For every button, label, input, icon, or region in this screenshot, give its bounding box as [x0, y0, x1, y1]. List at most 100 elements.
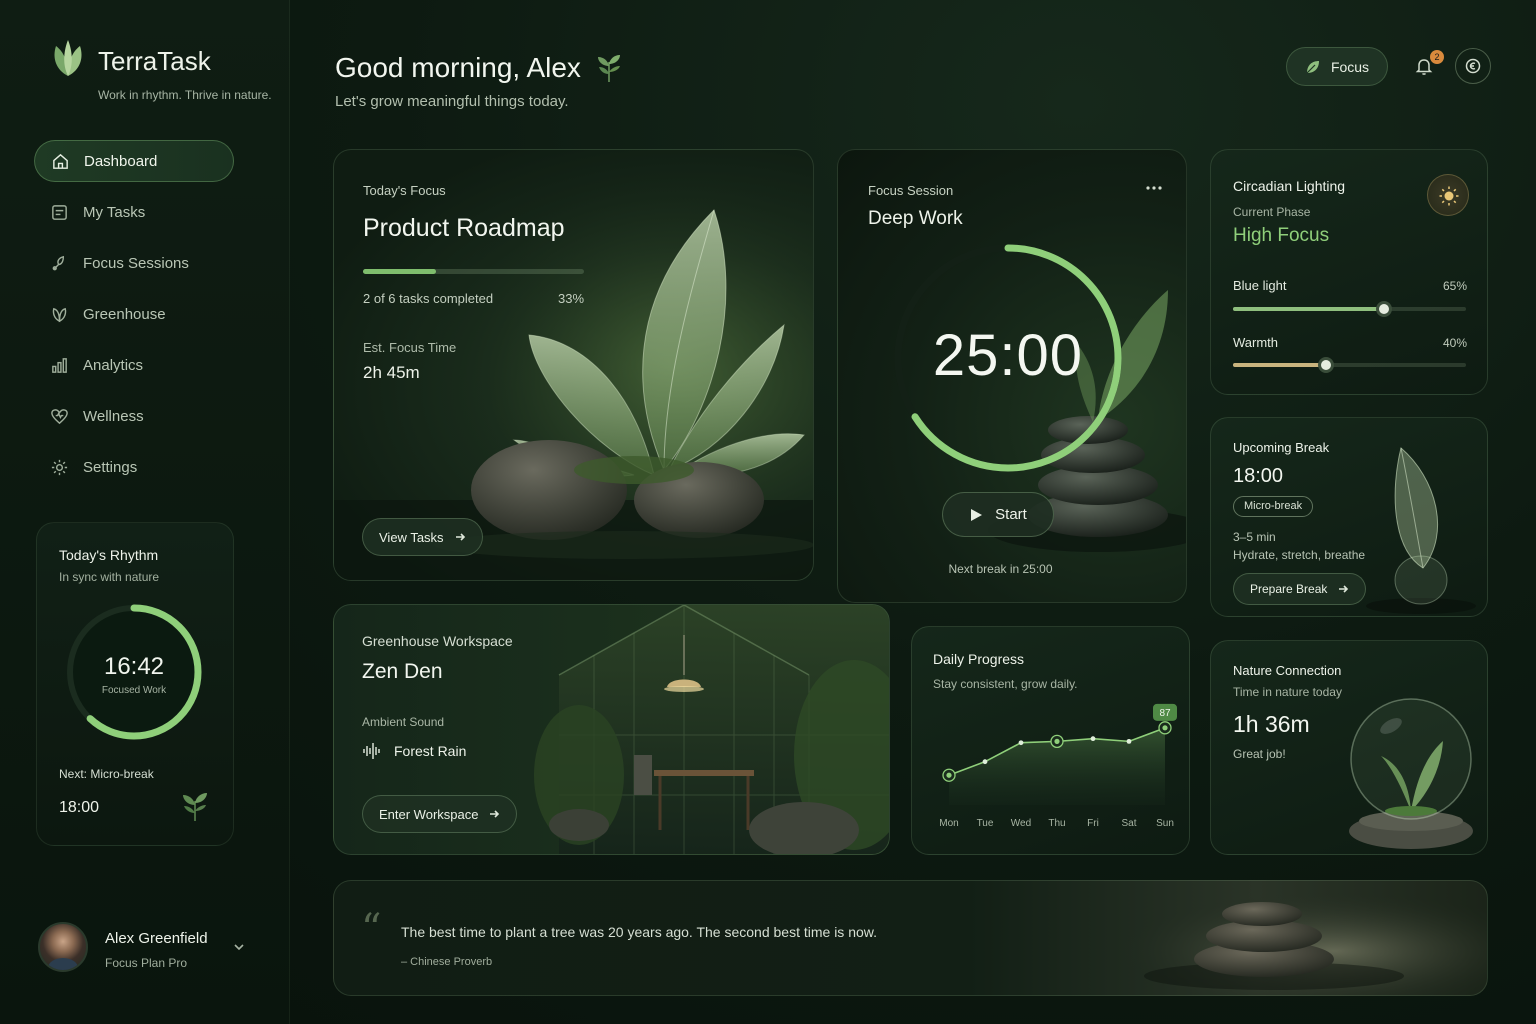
task-list-icon	[52, 204, 67, 220]
blue-light-fill	[1233, 307, 1385, 311]
greenhouse-title: Zen Den	[362, 660, 443, 683]
chart-point-thu[interactable]	[1054, 738, 1060, 744]
sprout-icon	[183, 793, 207, 821]
daily-progress-title: Daily Progress	[933, 651, 1025, 667]
user-plan: Focus Plan Pro	[105, 956, 188, 970]
break-type-badge: Micro-break	[1233, 496, 1314, 517]
notifications-button[interactable]: 2	[1406, 48, 1444, 84]
est-focus-label: Est. Focus Time	[363, 340, 457, 355]
x-tick-label: Thu	[1048, 818, 1065, 829]
x-tick-label: Tue	[977, 818, 994, 829]
rhythm-time: 16:42	[103, 653, 165, 680]
terrarium-illustration	[1349, 698, 1473, 849]
focus-icon	[52, 255, 65, 270]
chart-point-wed[interactable]	[1018, 740, 1024, 746]
chart-point-sun[interactable]	[1162, 725, 1168, 731]
rhythm-label: Focused Work	[101, 685, 167, 696]
warmth-label: Warmth	[1233, 335, 1279, 350]
chart-point-tue[interactable]	[982, 759, 988, 765]
x-tick-label: Sat	[1121, 818, 1136, 829]
rhythm-next-label: Next: Micro-break	[59, 767, 154, 781]
sidebar-item-label: Greenhouse	[83, 305, 166, 323]
home-icon	[53, 153, 68, 169]
nature-title: Nature Connection	[1233, 663, 1342, 678]
focus-progress-bar	[363, 269, 584, 274]
blue-light-slider[interactable]	[1233, 301, 1466, 317]
page-subtitle: Let's grow meaningful things today.	[335, 93, 569, 110]
sidebar-nav: Dashboard My Tasks Focus Sessions Greenh…	[34, 140, 234, 497]
lighting-mode-button[interactable]	[1427, 174, 1469, 216]
notification-badge: 2	[1430, 50, 1444, 64]
quote-card: “ The best time to plant a tree was 20 y…	[333, 880, 1488, 996]
sidebar-item-label: Wellness	[83, 407, 144, 425]
nature-subtitle: Time in nature today	[1233, 685, 1342, 699]
glass-leaf-illustration	[1366, 447, 1476, 614]
rhythm-card[interactable]: Today's Rhythm In sync with nature 16:42…	[36, 522, 234, 846]
est-focus-value: 2h 45m	[363, 363, 420, 382]
prepare-break-label: Prepare Break	[1250, 582, 1328, 596]
nature-connection-card: Nature Connection Time in nature today 1…	[1210, 640, 1488, 855]
circadian-lighting-card: Circadian Lighting Current Phase High Fo…	[1210, 149, 1488, 395]
sidebar-item-label: Analytics	[83, 356, 144, 374]
quote-author: – Chinese Proverb	[401, 956, 493, 968]
break-title: Upcoming Break	[1233, 440, 1330, 455]
view-tasks-button[interactable]: View Tasks	[362, 518, 483, 556]
play-icon	[971, 508, 983, 521]
sidebar-item-my-tasks[interactable]: My Tasks	[34, 191, 234, 233]
ambient-sound-value[interactable]: Forest Rain	[362, 742, 466, 760]
blue-light-handle[interactable]	[1376, 301, 1393, 317]
user-profile-menu[interactable]: Alex Greenfield Focus Plan Pro	[38, 920, 258, 976]
warmth-fill	[1233, 363, 1327, 367]
sidebar-item-label: Dashboard	[84, 152, 158, 170]
focus-button-label: Focus	[1330, 58, 1370, 75]
break-duration: 3–5 min	[1233, 530, 1276, 544]
greenhouse-workspace-card: Greenhouse Workspace Zen Den Ambient Sou…	[333, 604, 890, 855]
focus-mode-button[interactable]: Focus	[1286, 47, 1388, 86]
gear-icon	[51, 459, 68, 475]
sound-wave-icon	[363, 743, 380, 759]
page-title: Good morning, Alex	[335, 52, 581, 83]
sidebar-item-wellness[interactable]: Wellness	[34, 395, 234, 437]
arrow-right-icon	[455, 533, 465, 541]
phase-value: High Focus	[1233, 225, 1330, 246]
sidebar-item-dashboard[interactable]: Dashboard	[34, 140, 234, 182]
daily-progress-subtitle: Stay consistent, grow daily.	[933, 677, 1078, 691]
account-button[interactable]	[1455, 48, 1491, 84]
ambient-sound-name: Forest Rain	[394, 743, 467, 759]
blue-light-label: Blue light	[1233, 278, 1287, 293]
brand-tagline: Work in rhythm. Thrive in nature.	[98, 88, 272, 102]
sidebar-item-label: Focus Sessions	[83, 254, 189, 272]
sidebar-item-greenhouse[interactable]: Greenhouse	[34, 293, 234, 335]
sun-icon	[1439, 186, 1459, 206]
avatar	[38, 922, 88, 972]
sidebar-item-focus-sessions[interactable]: Focus Sessions	[34, 242, 234, 284]
chart-point-sat[interactable]	[1126, 738, 1132, 744]
sidebar-item-analytics[interactable]: Analytics	[34, 344, 234, 386]
ambient-sound-label: Ambient Sound	[362, 715, 445, 729]
rhythm-title: Today's Rhythm	[59, 547, 159, 563]
rhythm-subtitle: In sync with nature	[59, 570, 160, 584]
account-circle-icon	[1465, 58, 1481, 74]
x-tick-label: Mon	[939, 818, 958, 829]
user-name: Alex Greenfield	[105, 930, 208, 947]
brand-name: TerraTask	[98, 46, 211, 76]
warmth-slider[interactable]	[1233, 357, 1466, 373]
chevron-down-icon[interactable]	[232, 940, 246, 954]
session-title: Deep Work	[868, 208, 963, 229]
chart-point-mon[interactable]	[946, 772, 952, 778]
daily-progress-chart: Mon Tue Wed Thu Fri Sat Sun 87	[939, 703, 1177, 829]
more-options-icon[interactable]	[1144, 180, 1164, 196]
todays-focus-card: Today's Focus Product Roadmap 2 of 6 tas…	[333, 149, 814, 581]
enter-workspace-label: Enter Workspace	[379, 806, 479, 822]
view-tasks-label: View Tasks	[379, 529, 444, 545]
start-session-button[interactable]: Start	[942, 492, 1054, 537]
sidebar-item-settings[interactable]: Settings	[34, 446, 234, 488]
x-tick-label: Fri	[1087, 818, 1099, 829]
focus-session-card: Focus Session Deep Work 25:00 Start Next…	[837, 149, 1187, 603]
session-timer: 25:00	[932, 323, 1084, 388]
chart-point-fri[interactable]	[1090, 736, 1096, 742]
enter-workspace-button[interactable]: Enter Workspace	[362, 795, 518, 833]
prepare-break-button[interactable]: Prepare Break	[1233, 573, 1367, 605]
warmth-handle[interactable]	[1318, 357, 1335, 373]
phase-label: Current Phase	[1233, 205, 1311, 219]
